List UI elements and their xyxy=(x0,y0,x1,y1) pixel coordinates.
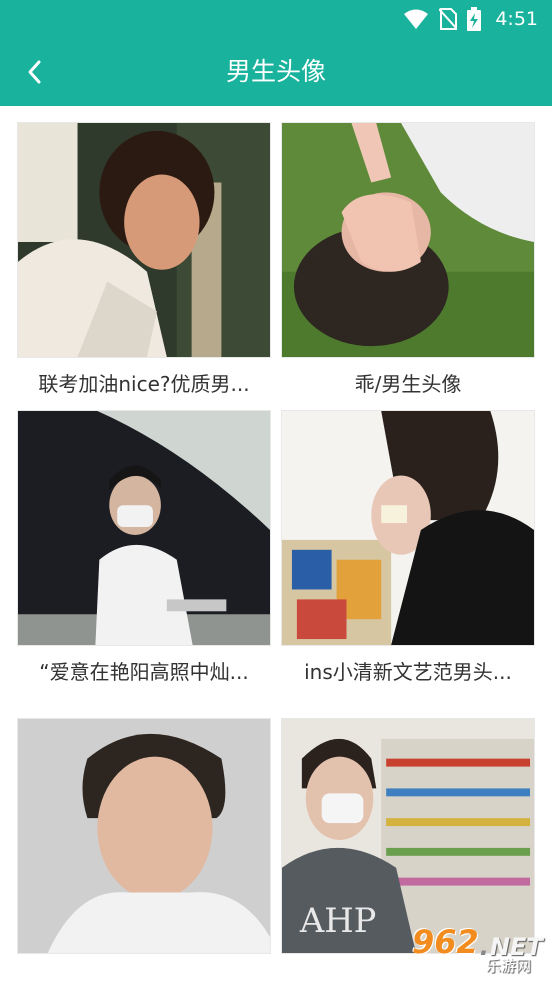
avatar-caption: 联考加油nice?优质男... xyxy=(38,372,250,396)
avatar-caption xyxy=(17,954,271,1006)
watermark-number: 962 xyxy=(412,923,479,961)
avatar-grid: 联考加油nice?优质男... 乖/男生头像 “爱意在艳阳高照中灿... ins… xyxy=(0,106,552,981)
status-bar: 4:51 xyxy=(0,0,552,38)
site-watermark: 962 . NET 乐游网 xyxy=(412,923,548,977)
wifi-icon xyxy=(403,8,429,30)
no-sim-icon xyxy=(439,8,458,30)
avatar-caption: ins小清新文艺范男头... xyxy=(304,660,512,684)
chevron-left-icon xyxy=(28,60,41,84)
back-button[interactable] xyxy=(14,52,54,92)
avatar-image xyxy=(17,410,271,646)
avatar-caption: “爱意在艳阳高照中灿... xyxy=(39,660,249,684)
avatar-image xyxy=(281,122,535,358)
avatar-image: AHP xyxy=(281,718,535,954)
page-title: 男生头像 xyxy=(225,57,326,86)
status-icons: 4:51 xyxy=(403,7,538,31)
battery-charging-icon xyxy=(467,7,482,31)
avatar-image xyxy=(17,718,271,954)
watermark-sub: 乐游网 xyxy=(486,957,532,975)
hoodie-print: AHP xyxy=(299,901,376,940)
status-time: 4:51 xyxy=(495,8,538,30)
avatar-image xyxy=(17,122,271,358)
avatar-caption: 乖/男生头像 xyxy=(354,372,462,396)
app-bar: 男生头像 xyxy=(0,38,552,106)
avatar-image xyxy=(281,410,535,646)
